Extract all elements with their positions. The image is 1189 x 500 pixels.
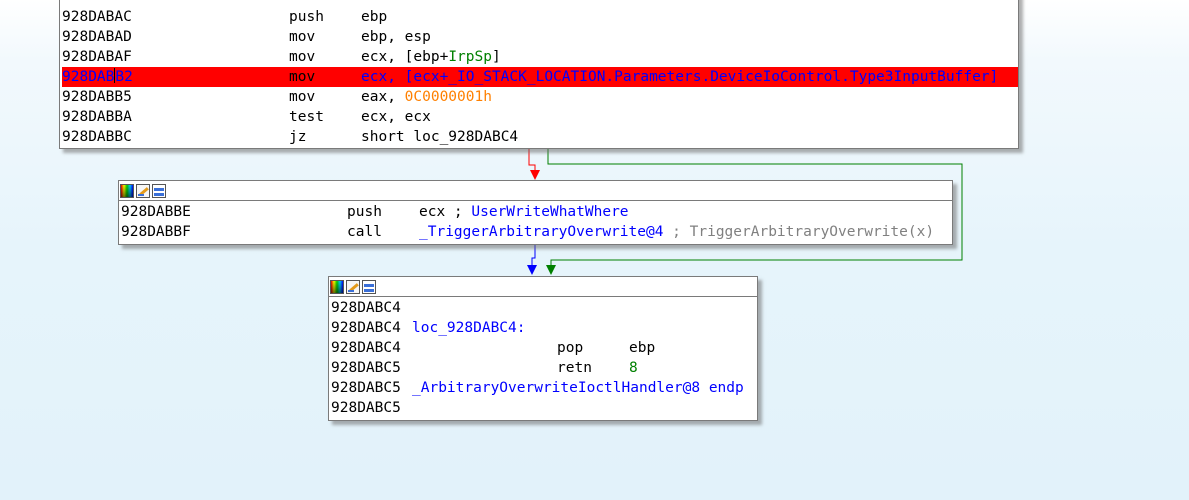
address: 928DABC5: [331, 400, 401, 416]
operand: ebp, esp: [361, 29, 431, 45]
asm-line[interactable]: 928DABC4: [331, 298, 757, 318]
edge-false-branch[interactable]: [528, 149, 536, 172]
palette-icon[interactable]: [120, 183, 134, 198]
asm-line[interactable]: 928DABBE push ecx ; UserWriteWhatWhere: [121, 202, 952, 222]
jump-target-link[interactable]: loc_928DABC4: [413, 129, 518, 145]
address: 928DABBC: [62, 129, 132, 145]
address: 928DABB2: [62, 68, 133, 85]
operand: short loc_928DABC4: [361, 129, 519, 145]
asm-line[interactable]: 928DABC5 retn 8: [331, 358, 757, 378]
code-block-call[interactable]: 928DABBE push ecx ; UserWriteWhatWhere 9…: [118, 180, 953, 245]
asm-line[interactable]: 928DABC4 loc_928DABC4:: [331, 318, 757, 338]
asm-line[interactable]: 928DABBA test ecx, ecx: [62, 107, 1018, 127]
block-header: [329, 277, 757, 297]
comment: ; TriggerArbitraryOverwrite(x): [663, 224, 935, 240]
block-header: [119, 181, 952, 201]
rename-icon[interactable]: [136, 183, 150, 198]
mnemonic: mov: [289, 89, 316, 105]
address: 928DABC5: [331, 360, 401, 376]
mnemonic: retn: [557, 360, 592, 376]
address: 928DABB5: [62, 89, 132, 105]
operand: ebp: [629, 340, 656, 356]
address: 928DABC4: [331, 340, 401, 356]
mnemonic: push: [347, 204, 382, 220]
operand: eax, 0C0000001h: [361, 89, 492, 105]
address: 928DABC4: [331, 300, 401, 316]
asm-line[interactable]: 928DABBC jz short loc_928DABC4: [62, 127, 1018, 147]
operand: _TriggerArbitraryOverwrite@4 ; TriggerAr…: [419, 222, 934, 242]
proc-end: _ArbitraryOverwriteIoctlHandler@8 endp: [412, 380, 744, 396]
asm-line-highlighted[interactable]: 928DABB2 mov ecx, [ecx+_IO_STACK_LOCATIO…: [62, 67, 1018, 87]
address: 928DABAF: [62, 49, 132, 65]
address: 928DABBF: [121, 224, 191, 240]
edge-flow-arrowhead: [527, 265, 537, 275]
rename-icon[interactable]: [346, 279, 360, 294]
asm-line[interactable]: 928DABBF call _TriggerArbitraryOverwrite…: [121, 222, 952, 242]
edge-false-arrowhead: [530, 170, 540, 180]
mnemonic: test: [289, 109, 324, 125]
mnemonic: jz: [289, 129, 307, 145]
address: 928DABAC: [62, 9, 132, 25]
address: 928DABBE: [121, 204, 191, 220]
code-label: loc_928DABC4:: [412, 320, 526, 336]
asm-line[interactable]: 928DABC4 pop ebp: [331, 338, 757, 358]
asm-line[interactable]: 928DABC5: [331, 398, 757, 418]
address: 928DABBA: [62, 109, 132, 125]
code-block-return[interactable]: 928DABC4 928DABC4 loc_928DABC4: 928DABC4…: [328, 276, 758, 421]
mnemonic: call: [347, 224, 382, 240]
function-name-link[interactable]: _TriggerArbitraryOverwrite@4: [419, 224, 663, 240]
asm-line[interactable]: 928DABB5 mov eax, 0C0000001h: [62, 87, 1018, 107]
edge-true-arrowhead: [546, 265, 556, 275]
constant: 0C0000001h: [404, 89, 492, 105]
operand: 8: [629, 360, 638, 376]
operand: ecx, [ecx+_IO_STACK_LOCATION.Parameters.…: [361, 69, 999, 85]
graph-icon[interactable]: [152, 183, 166, 198]
mnemonic: mov: [289, 69, 316, 85]
operand: ecx ; UserWriteWhatWhere: [419, 204, 629, 220]
mnemonic: mov: [289, 29, 316, 45]
address: 928DABC5: [331, 380, 401, 396]
mnemonic: pop: [557, 340, 584, 356]
stack-var: IrpSp: [448, 49, 492, 65]
procedure-name: _ArbitraryOverwriteIoctlHandler@8: [412, 380, 701, 396]
palette-icon[interactable]: [330, 279, 344, 294]
asm-line[interactable]: 928DABC5 _ArbitraryOverwriteIoctlHandler…: [331, 378, 757, 398]
operand: ecx, ecx: [361, 109, 431, 125]
operand: ecx, [ebp+IrpSp]: [361, 49, 501, 65]
operand: ebp: [361, 9, 388, 25]
code-block-entry[interactable]: 928DABAC push ebp 928DABAD mov ebp, esp …: [59, 0, 1019, 149]
arg-name: UserWriteWhatWhere: [471, 204, 629, 220]
graph-icon[interactable]: [362, 279, 376, 294]
address: 928DABAD: [62, 29, 132, 45]
asm-line[interactable]: 928DABAF mov ecx, [ebp+IrpSp]: [62, 47, 1018, 67]
mnemonic: push: [289, 9, 324, 25]
asm-line[interactable]: 928DABAD mov ebp, esp: [62, 27, 1018, 47]
asm-line[interactable]: 928DABAC push ebp: [62, 7, 1018, 27]
edge-flow[interactable]: [531, 245, 536, 266]
address: 928DABC4: [331, 320, 401, 336]
mnemonic: mov: [289, 49, 316, 65]
